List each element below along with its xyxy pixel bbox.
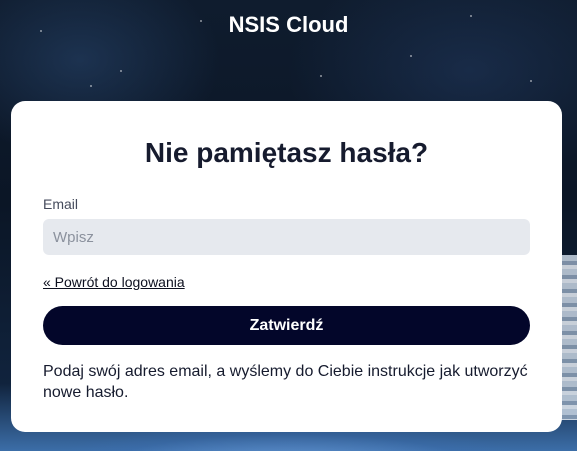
forgot-password-card: Nie pamiętasz hasła? Email « Powrót do l… (11, 101, 562, 432)
star (410, 55, 412, 57)
satellite-image (561, 255, 577, 420)
star (530, 80, 532, 82)
star (120, 70, 122, 72)
card-title: Nie pamiętasz hasła? (144, 137, 429, 168)
star (90, 85, 92, 87)
instructions-text: Podaj swój adres email, a wyślemy do Cie… (43, 363, 528, 401)
submit-button[interactable]: Zatwierdź (43, 306, 530, 345)
app-title: NSIS Cloud (228, 12, 349, 37)
star (320, 75, 322, 77)
email-field[interactable] (43, 219, 530, 255)
email-label: Email (43, 196, 79, 212)
back-to-login-link[interactable]: « Powrót do logowania (43, 274, 185, 290)
